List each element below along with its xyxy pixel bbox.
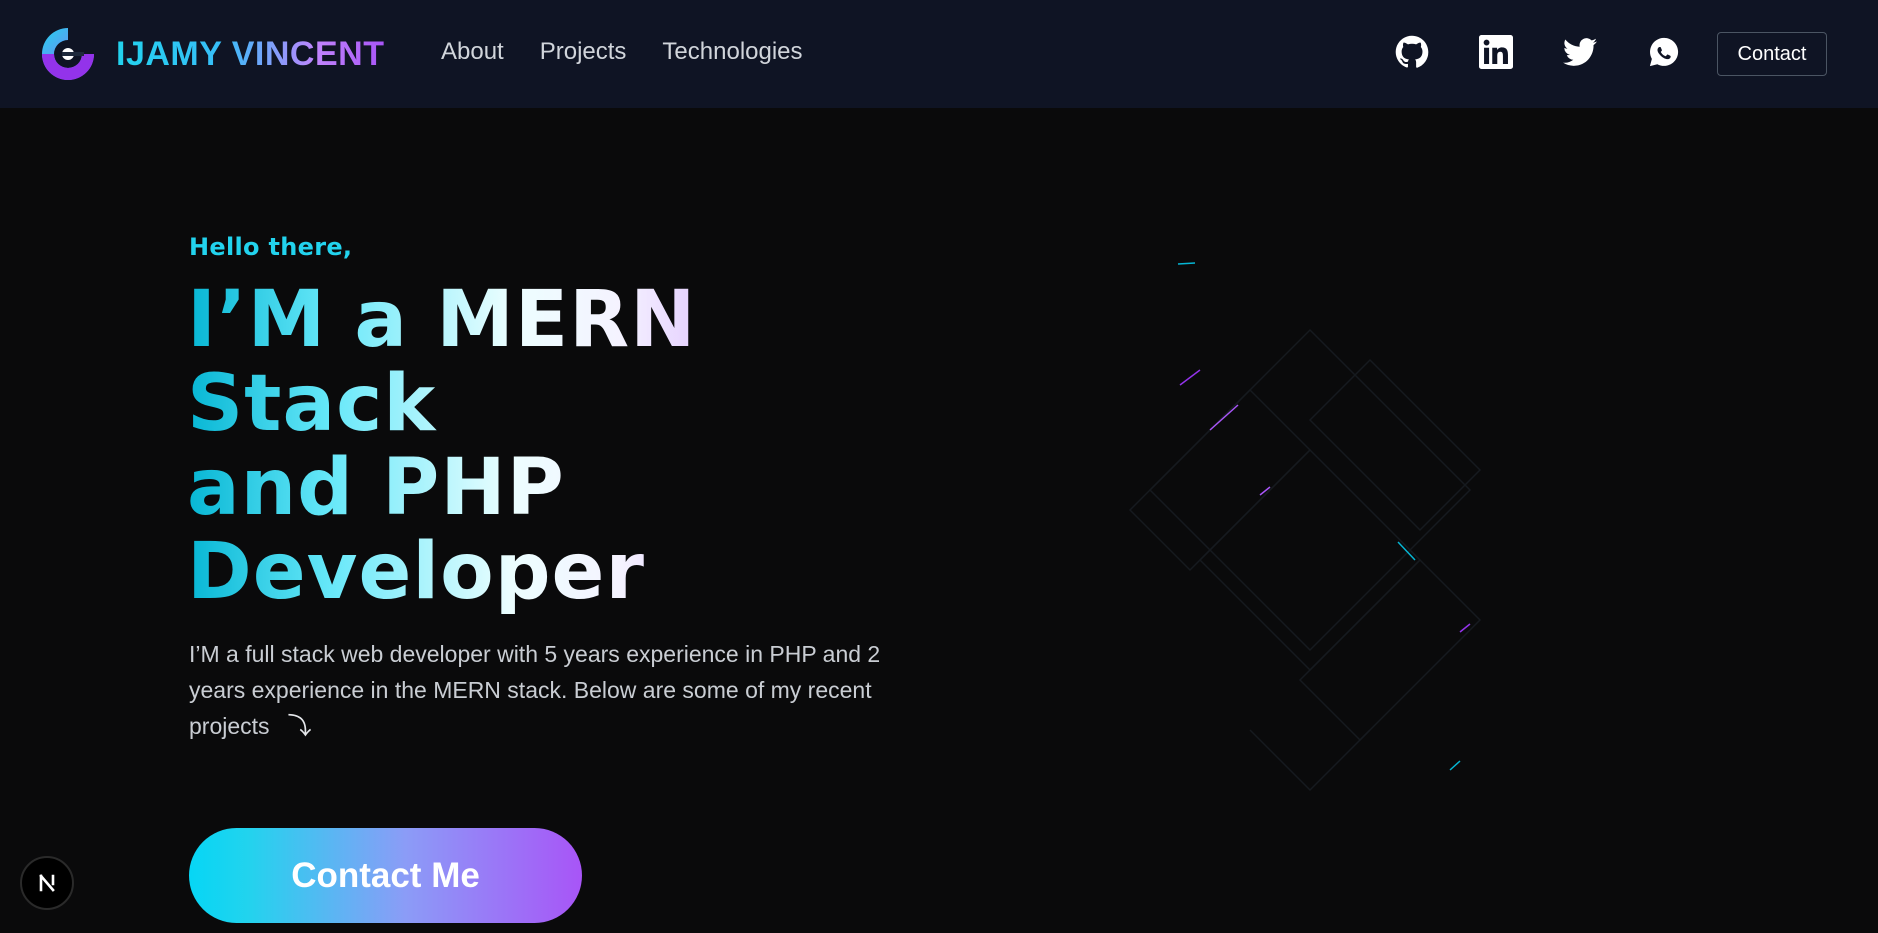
main-nav: About Projects Technologies (441, 38, 803, 66)
contact-me-button[interactable]: Contact Me (189, 828, 582, 923)
github-icon[interactable] (1394, 34, 1430, 70)
decorative-grid-graphic (1128, 262, 1482, 792)
headline-line: Stack (187, 359, 437, 449)
brand[interactable]: IJAMY VINCENT (38, 24, 384, 84)
nav-link-about[interactable]: About (441, 38, 504, 66)
headline-line: and PHP (187, 443, 565, 533)
linkedin-icon[interactable] (1478, 34, 1514, 70)
whatsapp-icon[interactable] (1646, 34, 1682, 70)
nextjs-icon (39, 874, 55, 892)
headline-line: Developer (187, 527, 645, 617)
brand-logo-icon (42, 28, 94, 80)
contact-button[interactable]: Contact (1717, 32, 1827, 76)
hero-greeting: Hello there, (189, 233, 353, 261)
twitter-icon[interactable] (1562, 34, 1598, 70)
nav-link-technologies[interactable]: Technologies (662, 38, 802, 66)
nav-link-projects[interactable]: Projects (540, 38, 627, 66)
arrow-down-right-icon: ⤵ (287, 713, 312, 740)
headline-line: I’M a MERN (187, 275, 697, 365)
top-navbar: IJAMY VINCENT About Projects Technologie… (0, 0, 1878, 108)
social-links (1394, 34, 1682, 70)
nextjs-dev-badge[interactable] (20, 856, 74, 910)
brand-name: IJAMY VINCENT (116, 34, 385, 73)
hero-headline: I’M a MERN Stack and PHP Developer (187, 278, 907, 614)
hero-intro: I’M a full stack web developer with 5 ye… (189, 636, 929, 745)
